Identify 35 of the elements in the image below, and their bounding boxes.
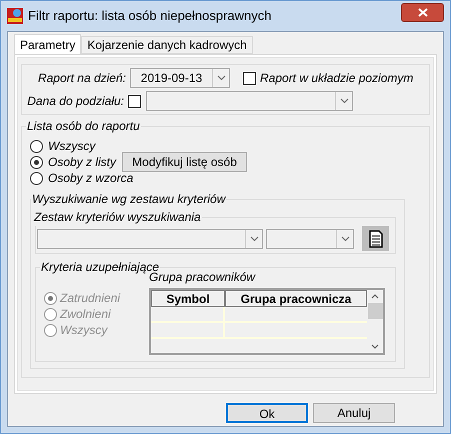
radio-label: Zwolnieni bbox=[60, 306, 111, 323]
scroll-up-icon[interactable] bbox=[371, 294, 379, 299]
group-title: Lista osób do raportu bbox=[26, 118, 141, 135]
radio-button[interactable] bbox=[30, 140, 43, 152]
group-title: Zestaw kryteriów wyszukiwania bbox=[33, 209, 202, 226]
field-label: Dana do podziału: bbox=[26, 93, 125, 110]
radio-label: Zatrudnieni bbox=[60, 290, 120, 307]
caret-icon bbox=[340, 236, 350, 242]
radio-label: Wszyscy bbox=[60, 322, 108, 339]
checkbox[interactable] bbox=[128, 94, 141, 108]
checkbox-label: Raport w układzie poziomym bbox=[260, 70, 414, 87]
close-button[interactable] bbox=[401, 2, 444, 22]
tab[interactable]: Kojarzenie danych kadrowych bbox=[81, 36, 253, 54]
caret-icon bbox=[340, 98, 348, 104]
close-icon bbox=[418, 8, 428, 16]
document-icon bbox=[368, 230, 382, 248]
window-title: Filtr raportu: lista osób niepełnosprawnych bbox=[28, 7, 273, 26]
radio-label: Osoby z listy bbox=[48, 154, 116, 171]
checkbox[interactable] bbox=[243, 72, 256, 84]
modify-list-button[interactable]: Modyfikuj listę osób bbox=[122, 152, 248, 172]
dialog-button[interactable]: Ok bbox=[226, 403, 308, 423]
dialog-button[interactable]: Anuluj bbox=[313, 403, 395, 423]
group-title: Wyszukiwanie wg zestawu kryteriów bbox=[31, 191, 226, 208]
radio-button[interactable] bbox=[30, 172, 43, 184]
radio-button[interactable] bbox=[30, 156, 43, 168]
radio-label: Osoby z wzorca bbox=[48, 170, 134, 187]
radio-label: Wszyscy bbox=[48, 138, 96, 155]
tab[interactable]: Parametry bbox=[14, 34, 82, 54]
app-icon bbox=[7, 8, 23, 24]
list-button[interactable] bbox=[362, 226, 389, 251]
caret-icon bbox=[216, 75, 226, 81]
scroll-down-icon[interactable] bbox=[371, 344, 379, 349]
caret-icon bbox=[250, 236, 258, 242]
date-picker[interactable]: 2019-09-13 bbox=[130, 68, 230, 88]
field-label: Raport na dzień: bbox=[36, 70, 127, 87]
